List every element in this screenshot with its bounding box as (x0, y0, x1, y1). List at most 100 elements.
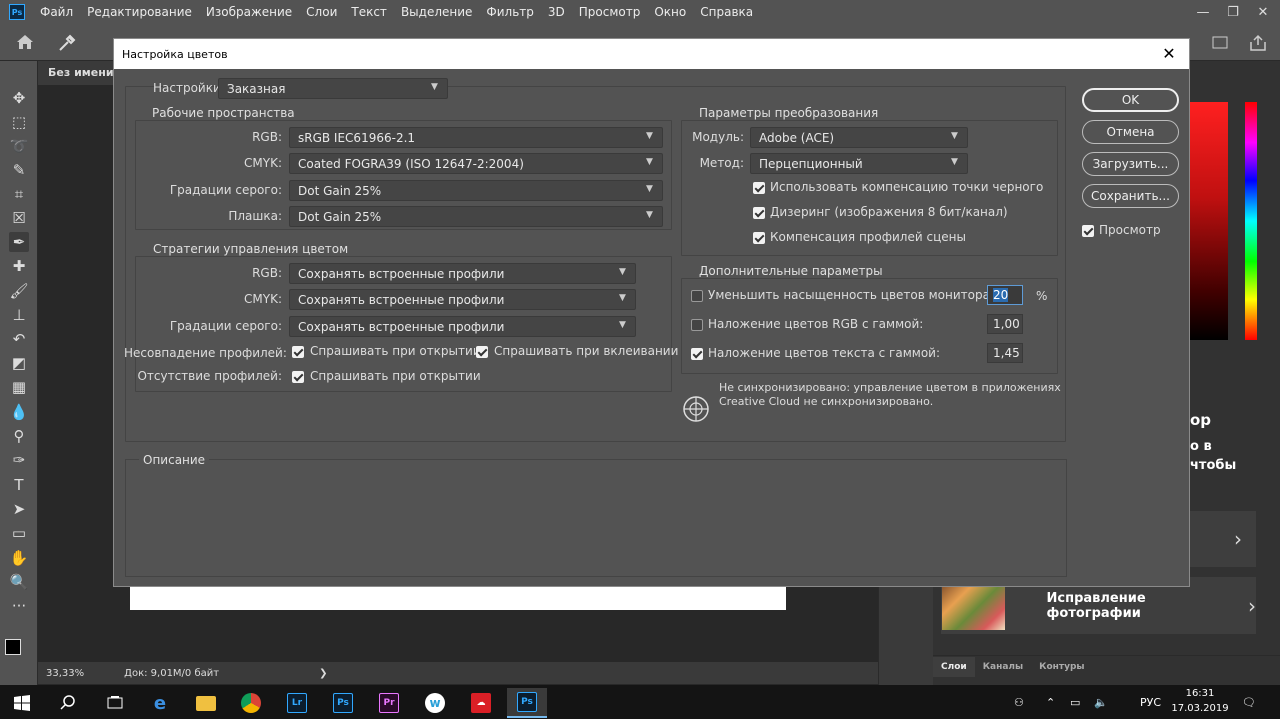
photoshop-active-icon[interactable]: Ps (507, 688, 547, 718)
pen-tool-icon[interactable]: ✑ (9, 450, 29, 470)
file-explorer-icon[interactable] (186, 688, 226, 718)
intent-select[interactable]: Перцепционный ▼ (750, 153, 968, 174)
tab-paths[interactable]: Контуры (1031, 662, 1092, 672)
photoshop-taskbar-icon[interactable]: Ps (323, 688, 363, 718)
brush-tool-icon[interactable]: 🖌 (9, 281, 29, 301)
dodge-tool-icon[interactable]: ⚲ (9, 426, 29, 446)
taskbar-clock[interactable]: 16:31 17.03.2019 (1168, 686, 1232, 716)
color-picker-field[interactable] (1190, 102, 1228, 340)
gradient-tool-icon[interactable]: ▦ (9, 377, 29, 397)
edge-browser-icon[interactable]: e (140, 688, 180, 718)
menu-edit[interactable]: Редактирование (87, 5, 192, 19)
blend-rgb-label[interactable]: Наложение цветов RGB с гаммой: (708, 317, 923, 331)
scene-compensation-checkbox[interactable] (753, 232, 765, 244)
blur-tool-icon[interactable]: 💧 (9, 402, 29, 422)
chrome-icon[interactable] (231, 688, 271, 718)
notifications-icon[interactable]: 🗨 (1242, 685, 1256, 719)
ws-spot-select[interactable]: Dot Gain 25% ▼ (289, 206, 663, 227)
volume-icon[interactable]: 🔈 (1094, 685, 1108, 719)
menu-select[interactable]: Выделение (401, 5, 472, 19)
menu-layer[interactable]: Слои (306, 5, 337, 19)
people-icon[interactable]: ⚇ (1014, 685, 1024, 719)
document-tab[interactable]: Без имени-1 (38, 61, 118, 85)
menu-view[interactable]: Просмотр (579, 5, 641, 19)
minimize-icon[interactable]: — (1188, 0, 1218, 24)
pol-cmyk-select[interactable]: Сохранять встроенные профили ▼ (289, 289, 636, 310)
ws-rgb-select[interactable]: sRGB IEC61966-2.1 ▼ (289, 127, 663, 148)
blend-text-input[interactable]: 1,45 (987, 343, 1023, 363)
maximize-icon[interactable]: ❐ (1218, 0, 1248, 24)
creative-cloud-icon[interactable]: ☁ (461, 688, 501, 718)
close-window-icon[interactable]: ✕ (1248, 0, 1278, 24)
menu-file[interactable]: Файл (40, 5, 73, 19)
home-icon[interactable] (16, 34, 34, 50)
ws-gray-select[interactable]: Dot Gain 25% ▼ (289, 180, 663, 201)
rectangle-tool-icon[interactable]: ▭ (9, 523, 29, 543)
frame-tool-icon[interactable]: ☒ (9, 208, 29, 228)
save-button[interactable]: Сохранить... (1082, 184, 1179, 208)
mismatch-paste-label[interactable]: Спрашивать при вклеивании (494, 344, 678, 358)
tab-channels[interactable]: Каналы (975, 662, 1031, 672)
more-tools-icon[interactable]: ··· (9, 596, 29, 616)
share-icon[interactable] (1248, 34, 1268, 52)
settings-select[interactable]: Заказная ▼ (218, 78, 448, 99)
eyedropper-tool-icon[interactable]: ✒ (9, 232, 29, 252)
premiere-icon[interactable]: Pr (369, 688, 409, 718)
move-tool-icon[interactable]: ✥ (9, 88, 29, 108)
desaturate-label[interactable]: Уменьшить насыщенность цветов монитора н… (708, 288, 1013, 302)
desaturate-input[interactable]: 20 (987, 285, 1023, 305)
crop-tool-icon[interactable]: ⌗ (9, 184, 29, 204)
ws-cmyk-select[interactable]: Coated FOGRA39 (ISO 12647-2:2004) ▼ (289, 153, 663, 174)
mismatch-open-checkbox[interactable] (292, 346, 304, 358)
zoom-tool-icon[interactable]: 🔍 (9, 572, 29, 592)
eyedropper-icon[interactable] (58, 34, 76, 52)
blend-text-label[interactable]: Наложение цветов текста с гаммой: (708, 346, 940, 360)
eraser-tool-icon[interactable]: ◩ (9, 353, 29, 373)
blend-rgb-input[interactable]: 1,00 (987, 314, 1023, 334)
marquee-tool-icon[interactable]: ⬚ (9, 112, 29, 132)
foreground-color-swatch[interactable] (5, 639, 21, 655)
menu-image[interactable]: Изображение (206, 5, 292, 19)
hand-tool-icon[interactable]: ✋ (9, 548, 29, 568)
history-brush-icon[interactable]: ↶ (9, 329, 29, 349)
menu-3d[interactable]: 3D (548, 5, 565, 19)
language-indicator[interactable]: РУС (1140, 685, 1161, 719)
hue-slider[interactable] (1245, 102, 1257, 340)
menu-help[interactable]: Справка (700, 5, 753, 19)
bpc-checkbox[interactable] (753, 182, 765, 194)
menu-type[interactable]: Текст (351, 5, 387, 19)
search-icon[interactable] (48, 688, 88, 718)
type-tool-icon[interactable]: T (9, 475, 29, 495)
mismatch-open-label[interactable]: Спрашивать при открытии (310, 344, 481, 358)
blend-rgb-checkbox[interactable] (691, 319, 703, 331)
document-canvas[interactable] (130, 585, 786, 610)
preview-label[interactable]: Просмотр (1099, 223, 1161, 237)
panel-toggle-icon[interactable] (1212, 36, 1228, 49)
zoom-level[interactable]: 33,33% (46, 668, 84, 679)
mismatch-paste-checkbox[interactable] (476, 346, 488, 358)
network-icon[interactable]: ▭ (1070, 685, 1080, 719)
engine-select[interactable]: Adobe (ACE) ▼ (750, 127, 968, 148)
preview-checkbox[interactable] (1082, 225, 1094, 237)
pol-gray-select[interactable]: Сохранять встроенные профили ▼ (289, 316, 636, 337)
stamp-tool-icon[interactable]: ⊥ (9, 305, 29, 325)
cancel-button[interactable]: Отмена (1082, 120, 1179, 144)
pol-rgb-select[interactable]: Сохранять встроенные профили ▼ (289, 263, 636, 284)
lasso-tool-icon[interactable]: ➰ (9, 136, 29, 156)
menu-filter[interactable]: Фильтр (486, 5, 533, 19)
ok-button[interactable]: OK (1082, 88, 1179, 112)
missing-open-label[interactable]: Спрашивать при открытии (310, 369, 481, 383)
dither-checkbox[interactable] (753, 207, 765, 219)
load-button[interactable]: Загрузить... (1082, 152, 1179, 176)
blend-text-checkbox[interactable] (691, 348, 703, 360)
path-select-tool-icon[interactable]: ➤ (9, 499, 29, 519)
bpc-label[interactable]: Использовать компенсацию точки черного (770, 180, 1043, 194)
app-w-icon[interactable]: w (415, 688, 455, 718)
scene-compensation-label[interactable]: Компенсация профилей сцены (770, 230, 966, 244)
lightroom-icon[interactable]: Lr (277, 688, 317, 718)
show-hidden-icons[interactable]: ⌃ (1046, 685, 1055, 719)
dither-label[interactable]: Дизеринг (изображения 8 бит/канал) (770, 205, 1008, 219)
tutorial-card[interactable]: › (1190, 511, 1256, 567)
close-icon[interactable]: ✕ (1159, 43, 1179, 63)
task-view-icon[interactable] (95, 688, 135, 718)
